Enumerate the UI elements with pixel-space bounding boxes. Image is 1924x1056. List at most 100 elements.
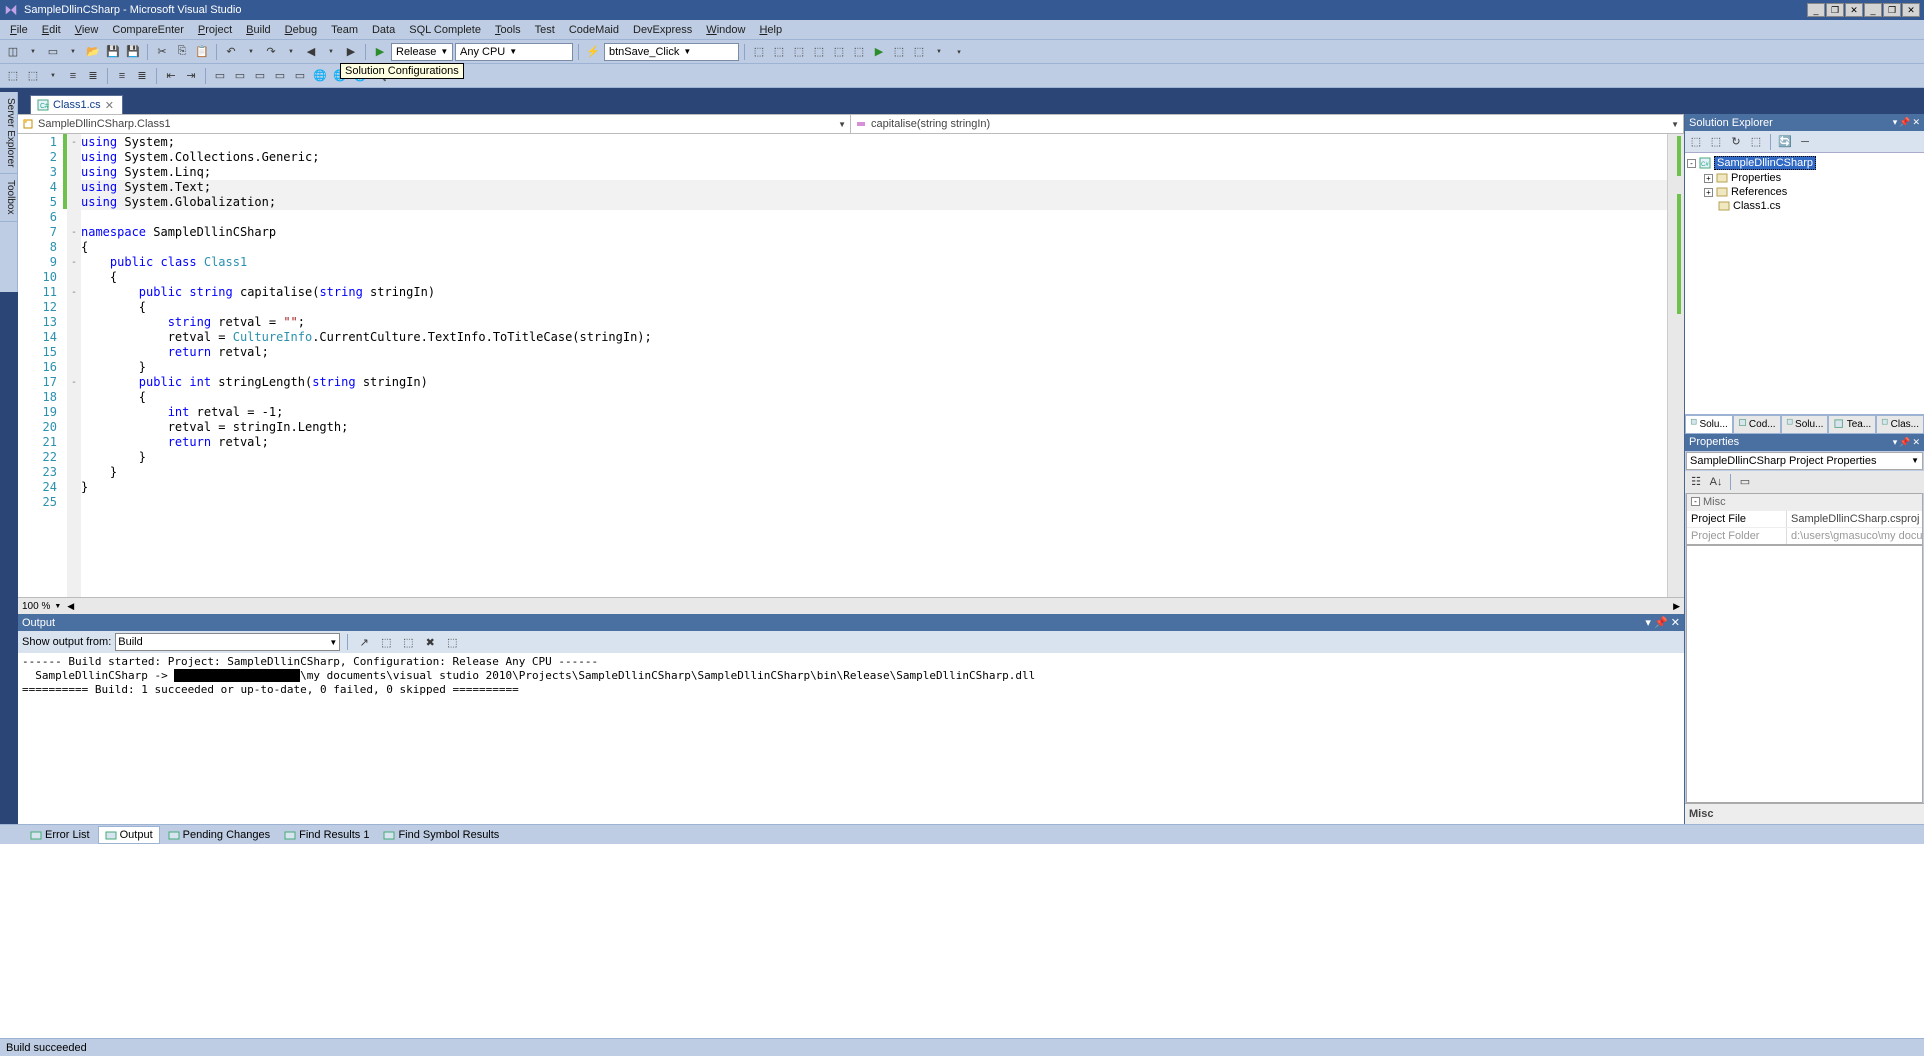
toolbar-overflow-icon[interactable]: ▾: [950, 43, 968, 61]
tree-row[interactable]: +References: [1687, 185, 1922, 199]
tool-icon[interactable]: ⬚: [1707, 133, 1725, 151]
solution-platform-dropdown[interactable]: Any CPU▼: [455, 43, 573, 61]
paste-icon[interactable]: 📋: [193, 43, 211, 61]
tool-icon[interactable]: ⬚: [910, 43, 928, 61]
refresh-icon[interactable]: ↻: [1727, 133, 1745, 151]
tool-icon[interactable]: ≡: [113, 67, 131, 85]
overview-ruler[interactable]: [1667, 134, 1684, 597]
pin-icon[interactable]: 📌: [1899, 117, 1910, 128]
nav-fwd-icon[interactable]: ▶: [342, 43, 360, 61]
menu-data[interactable]: Data: [366, 22, 401, 38]
pin-icon[interactable]: 📌: [1654, 617, 1668, 629]
bottom-tab-find-symbol-results[interactable]: Find Symbol Results: [377, 827, 505, 843]
prev-icon[interactable]: ⬚: [377, 633, 395, 651]
expand-icon[interactable]: +: [1704, 188, 1713, 197]
solution-config-dropdown[interactable]: Release▼: [391, 43, 453, 61]
menu-test[interactable]: Test: [529, 22, 561, 38]
menu-project[interactable]: Project: [192, 22, 238, 38]
dock-tab[interactable]: Solu...: [1685, 415, 1733, 434]
zoom-dropdown-icon[interactable]: ▼: [54, 603, 61, 610]
menu-file[interactable]: File: [4, 22, 34, 38]
properties-category[interactable]: - Misc: [1687, 494, 1922, 510]
start-icon[interactable]: ▶: [371, 43, 389, 61]
tool-icon[interactable]: ⬚: [890, 43, 908, 61]
menu-edit[interactable]: Edit: [36, 22, 67, 38]
close-icon[interactable]: ✕: [1671, 617, 1680, 629]
tree-row[interactable]: Class1.cs: [1687, 199, 1922, 213]
tree-root-row[interactable]: - C# SampleDllinCSharp: [1687, 155, 1922, 171]
tool-icon[interactable]: ▭: [291, 67, 309, 85]
properties-selector[interactable]: SampleDllinCSharp Project Properties ▼: [1686, 452, 1923, 470]
dropdown-icon[interactable]: ▼: [64, 43, 82, 61]
output-source-dropdown[interactable]: Build ▼: [115, 633, 340, 651]
event-icon[interactable]: ⚡: [584, 43, 602, 61]
tool-icon[interactable]: ▭: [271, 67, 289, 85]
tool-icon[interactable]: ▭: [231, 67, 249, 85]
dropdown-icon[interactable]: ▾: [1645, 617, 1651, 629]
undo-icon[interactable]: ↶: [222, 43, 240, 61]
goto-icon[interactable]: ↗: [355, 633, 373, 651]
next-icon[interactable]: ⬚: [399, 633, 417, 651]
code-editor[interactable]: 1234567891011121314151617181920212223242…: [18, 134, 1684, 597]
menu-view[interactable]: View: [69, 22, 105, 38]
open-icon[interactable]: 📂: [84, 43, 102, 61]
menu-sql-complete[interactable]: SQL Complete: [403, 22, 487, 38]
tool-icon[interactable]: ≡: [64, 67, 82, 85]
menu-devexpress[interactable]: DevExpress: [627, 22, 698, 38]
tool-icon[interactable]: ⇥: [182, 67, 200, 85]
dropdown-icon[interactable]: ▾: [1893, 437, 1898, 448]
close-icon[interactable]: ✕: [1912, 117, 1920, 128]
dock-tab[interactable]: Cod...: [1733, 415, 1781, 434]
minimize-button[interactable]: _: [1807, 3, 1825, 17]
dock-tab[interactable]: Solu...: [1781, 415, 1829, 434]
menu-window[interactable]: Window: [700, 22, 751, 38]
nav-back-icon[interactable]: ◀: [302, 43, 320, 61]
output-text[interactable]: ------ Build started: Project: SampleDll…: [18, 653, 1684, 824]
pin-icon[interactable]: 📌: [1899, 437, 1910, 448]
categorize-icon[interactable]: ☷: [1687, 473, 1705, 491]
dock-tab[interactable]: Tea...: [1828, 415, 1876, 434]
property-row[interactable]: Project Folderd:\users\gmasuco\my docume…: [1687, 527, 1922, 544]
tree-row[interactable]: +Properties: [1687, 171, 1922, 185]
tool-icon[interactable]: ⬚: [830, 43, 848, 61]
fold-margin[interactable]: - - - - -: [67, 134, 81, 597]
close-icon[interactable]: ✕: [1912, 437, 1920, 448]
member-navigator[interactable]: capitalise(string stringIn) ▼: [851, 115, 1684, 133]
menu-build[interactable]: Build: [240, 22, 276, 38]
collapse-icon[interactable]: ─: [1796, 133, 1814, 151]
cut-icon[interactable]: ✂: [153, 43, 171, 61]
tool-icon[interactable]: ⇤: [162, 67, 180, 85]
tool-icon[interactable]: ▭: [211, 67, 229, 85]
code-text[interactable]: using System;using System.Collections.Ge…: [81, 134, 1667, 597]
bottom-tab-find-results-1[interactable]: Find Results 1: [278, 827, 375, 843]
close-button[interactable]: ✕: [1845, 3, 1863, 17]
tool-icon[interactable]: ⬚: [1687, 133, 1705, 151]
tool-icon[interactable]: 🌐: [311, 67, 329, 85]
tool-icon[interactable]: ▭: [251, 67, 269, 85]
solution-tree[interactable]: - C# SampleDllinCSharp +Properties+Refer…: [1685, 153, 1924, 414]
menu-help[interactable]: Help: [753, 22, 788, 38]
expand-icon[interactable]: +: [1704, 174, 1713, 183]
dropdown-icon[interactable]: ▼: [44, 67, 62, 85]
toolbox-tab[interactable]: Toolbox: [0, 174, 17, 221]
bottom-tab-pending-changes[interactable]: Pending Changes: [162, 827, 276, 843]
menu-tools[interactable]: Tools: [489, 22, 527, 38]
add-item-icon[interactable]: ▭: [44, 43, 62, 61]
dropdown-icon[interactable]: ▼: [322, 43, 340, 61]
new-item-icon[interactable]: ◫: [4, 43, 22, 61]
clear-icon[interactable]: ✖: [421, 633, 439, 651]
menu-debug[interactable]: Debug: [279, 22, 323, 38]
tool-icon[interactable]: ⬚: [4, 67, 22, 85]
sort-icon[interactable]: A↓: [1707, 473, 1725, 491]
tool-icon[interactable]: ⬚: [24, 67, 42, 85]
redo-icon[interactable]: ↷: [262, 43, 280, 61]
menu-team[interactable]: Team: [325, 22, 364, 38]
tool-icon[interactable]: ▶: [870, 43, 888, 61]
tool-icon[interactable]: ⬚: [810, 43, 828, 61]
restore-button[interactable]: ❐: [1826, 3, 1844, 17]
tool-icon[interactable]: ⬚: [1747, 133, 1765, 151]
dropdown-icon[interactable]: ▼: [930, 43, 948, 61]
menu-codemaid[interactable]: CodeMaid: [563, 22, 625, 38]
restore2-button[interactable]: ❐: [1883, 3, 1901, 17]
menu-compareenter[interactable]: CompareEnter: [106, 22, 190, 38]
